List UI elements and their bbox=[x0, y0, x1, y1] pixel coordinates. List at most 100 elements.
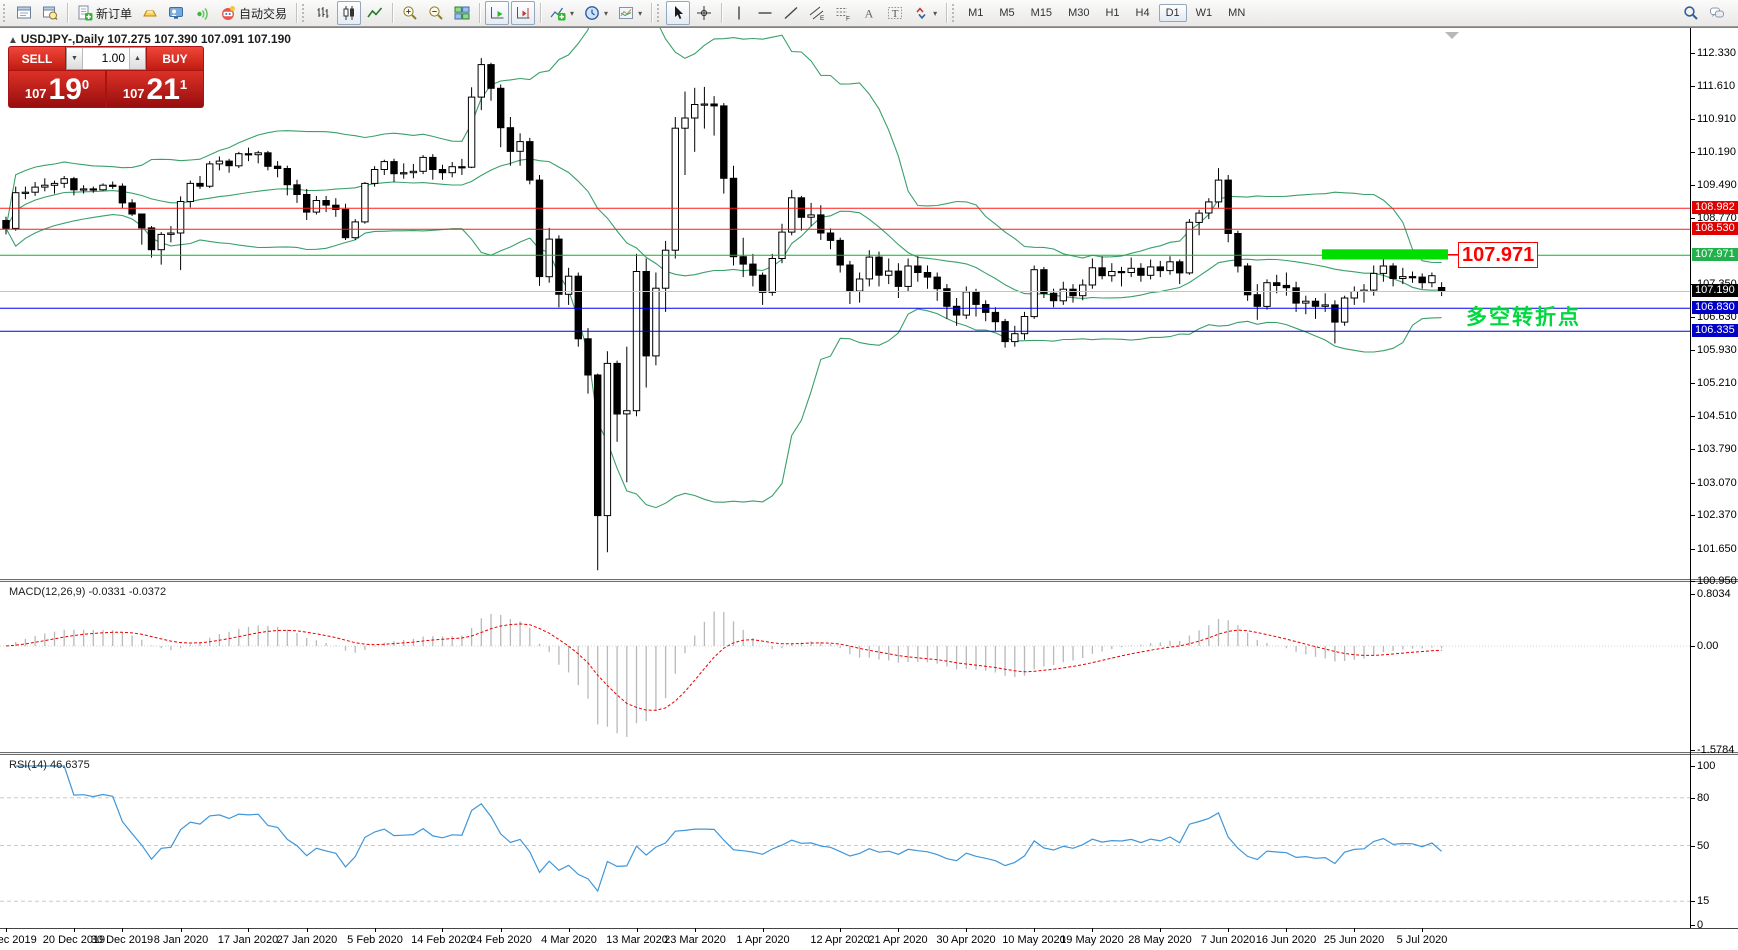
panel-splitter[interactable] bbox=[0, 579, 1738, 582]
symbol-arrow-icon: ▲ bbox=[8, 35, 21, 46]
new-order-icon bbox=[77, 5, 93, 21]
strategy-tester-button[interactable] bbox=[38, 1, 62, 25]
sell-price-button[interactable]: 107 19 0 bbox=[9, 71, 105, 107]
price-axis-border bbox=[1690, 28, 1691, 928]
equidistant-channel-button[interactable]: E bbox=[805, 1, 829, 25]
auto-scroll-button[interactable] bbox=[485, 1, 509, 25]
templates-button[interactable]: ▾ bbox=[614, 1, 646, 25]
candle-body bbox=[633, 272, 639, 411]
timeframe-m30-button[interactable]: M30 bbox=[1061, 4, 1096, 22]
candle-body bbox=[886, 271, 892, 275]
candle-body bbox=[721, 106, 727, 178]
toolbar-separator bbox=[479, 3, 480, 23]
rsi-axis-label: 50 bbox=[1697, 840, 1709, 852]
zoom-out-button[interactable] bbox=[424, 1, 448, 25]
toolbar-drag-handle[interactable] bbox=[3, 4, 8, 22]
candlestick-chart-button[interactable] bbox=[337, 1, 361, 25]
toolbar-separator bbox=[392, 3, 393, 23]
community-button[interactable] bbox=[164, 1, 188, 25]
search-button[interactable] bbox=[1679, 1, 1703, 25]
charts-window-button[interactable] bbox=[12, 1, 36, 25]
rsi-axis-tick bbox=[1690, 925, 1695, 926]
candle-body bbox=[604, 363, 610, 515]
rsi-panel[interactable] bbox=[0, 756, 1690, 928]
fibonacci-button[interactable]: F bbox=[831, 1, 855, 25]
candle-body bbox=[575, 276, 581, 339]
candle-body bbox=[488, 65, 494, 89]
sell-button[interactable]: SELL bbox=[9, 47, 65, 70]
zoom-in-button[interactable] bbox=[398, 1, 422, 25]
candle-body bbox=[304, 195, 310, 213]
time-axis-tick bbox=[840, 928, 841, 932]
timeframe-d1-button[interactable]: D1 bbox=[1159, 4, 1187, 22]
text-tool-button[interactable]: A bbox=[857, 1, 881, 25]
timeframe-m15-button[interactable]: M15 bbox=[1024, 4, 1059, 22]
macd-axis-tick bbox=[1690, 750, 1695, 751]
volume-stepper: ▼ 1.00 ▲ bbox=[66, 47, 146, 70]
volume-input[interactable]: 1.00 bbox=[83, 48, 129, 69]
candle-body bbox=[507, 128, 513, 152]
timeframe-m1-button[interactable]: M1 bbox=[961, 4, 990, 22]
bollinger-band-line[interactable] bbox=[6, 215, 1442, 508]
bar-chart-button[interactable] bbox=[311, 1, 335, 25]
horizontal-line-button[interactable] bbox=[753, 1, 777, 25]
tile-windows-button[interactable] bbox=[450, 1, 474, 25]
signals-button[interactable] bbox=[190, 1, 214, 25]
arrows-tool-button[interactable]: ▾ bbox=[909, 1, 941, 25]
indicators-button[interactable]: ▾ bbox=[546, 1, 578, 25]
candle-body bbox=[42, 185, 48, 187]
vertical-line-button[interactable] bbox=[727, 1, 751, 25]
time-axis-tick bbox=[307, 928, 308, 932]
autotrading-button[interactable]: 自动交易 bbox=[216, 1, 291, 25]
timeframe-h4-button[interactable]: H4 bbox=[1129, 4, 1157, 22]
candle-body bbox=[1419, 277, 1425, 283]
autotrading-icon bbox=[220, 5, 236, 21]
candle-body bbox=[80, 189, 86, 190]
price-callout-label[interactable]: 107.971 bbox=[1458, 242, 1538, 268]
volume-down-button[interactable]: ▼ bbox=[67, 48, 83, 69]
buy-price-pip: 1 bbox=[180, 77, 187, 92]
timeframe-h1-button[interactable]: H1 bbox=[1098, 4, 1126, 22]
candle-body bbox=[449, 167, 455, 173]
chat-button[interactable] bbox=[1705, 1, 1729, 25]
dropdown-caret-icon: ▾ bbox=[570, 9, 574, 18]
text-label-button[interactable]: T bbox=[883, 1, 907, 25]
chart-shift-button[interactable] bbox=[511, 1, 535, 25]
sell-price-big: 19 bbox=[49, 76, 82, 104]
price-axis-label: 100.950 bbox=[1697, 575, 1737, 587]
price-chart[interactable] bbox=[0, 28, 1690, 581]
candle-body bbox=[391, 162, 397, 174]
new-order-label: 新订单 bbox=[96, 5, 132, 22]
cursor-button[interactable] bbox=[666, 1, 690, 25]
timeframe-mn-button[interactable]: MN bbox=[1221, 4, 1252, 22]
buy-price-button[interactable]: 107 21 1 bbox=[107, 71, 203, 107]
toolbar-drag-handle[interactable] bbox=[952, 4, 957, 22]
panel-splitter[interactable] bbox=[0, 752, 1738, 755]
toolbar-drag-handle[interactable] bbox=[657, 4, 662, 22]
rsi-value: 46.6375 bbox=[50, 759, 90, 771]
candle-body bbox=[546, 239, 552, 277]
periods-button[interactable]: ▾ bbox=[580, 1, 612, 25]
candle-body bbox=[207, 164, 213, 186]
toolbar-drag-handle[interactable] bbox=[302, 4, 307, 22]
line-chart-button[interactable] bbox=[363, 1, 387, 25]
price-axis-label: 110.190 bbox=[1697, 146, 1736, 158]
volume-up-button[interactable]: ▲ bbox=[129, 48, 145, 69]
sell-price-prefix: 107 bbox=[25, 86, 47, 101]
market-button[interactable] bbox=[138, 1, 162, 25]
chart-shift-marker-icon[interactable] bbox=[1445, 32, 1459, 39]
candle-body bbox=[1167, 262, 1173, 271]
chart-annotation-text[interactable]: 多空转折点 bbox=[1466, 301, 1581, 331]
timeframe-m5-button[interactable]: M5 bbox=[992, 4, 1021, 22]
price-axis-label: 105.930 bbox=[1697, 344, 1737, 356]
trendline-icon bbox=[783, 5, 799, 21]
new-order-button[interactable]: 新订单 bbox=[73, 1, 136, 25]
macd-panel[interactable] bbox=[0, 583, 1690, 752]
toolbar-separator bbox=[946, 3, 947, 23]
timeframe-w1-button[interactable]: W1 bbox=[1189, 4, 1220, 22]
candle-body bbox=[362, 183, 368, 222]
trendline-button[interactable] bbox=[779, 1, 803, 25]
buy-button[interactable]: BUY bbox=[147, 47, 203, 70]
crosshair-button[interactable] bbox=[692, 1, 716, 25]
rectangle-object[interactable] bbox=[1322, 249, 1448, 259]
